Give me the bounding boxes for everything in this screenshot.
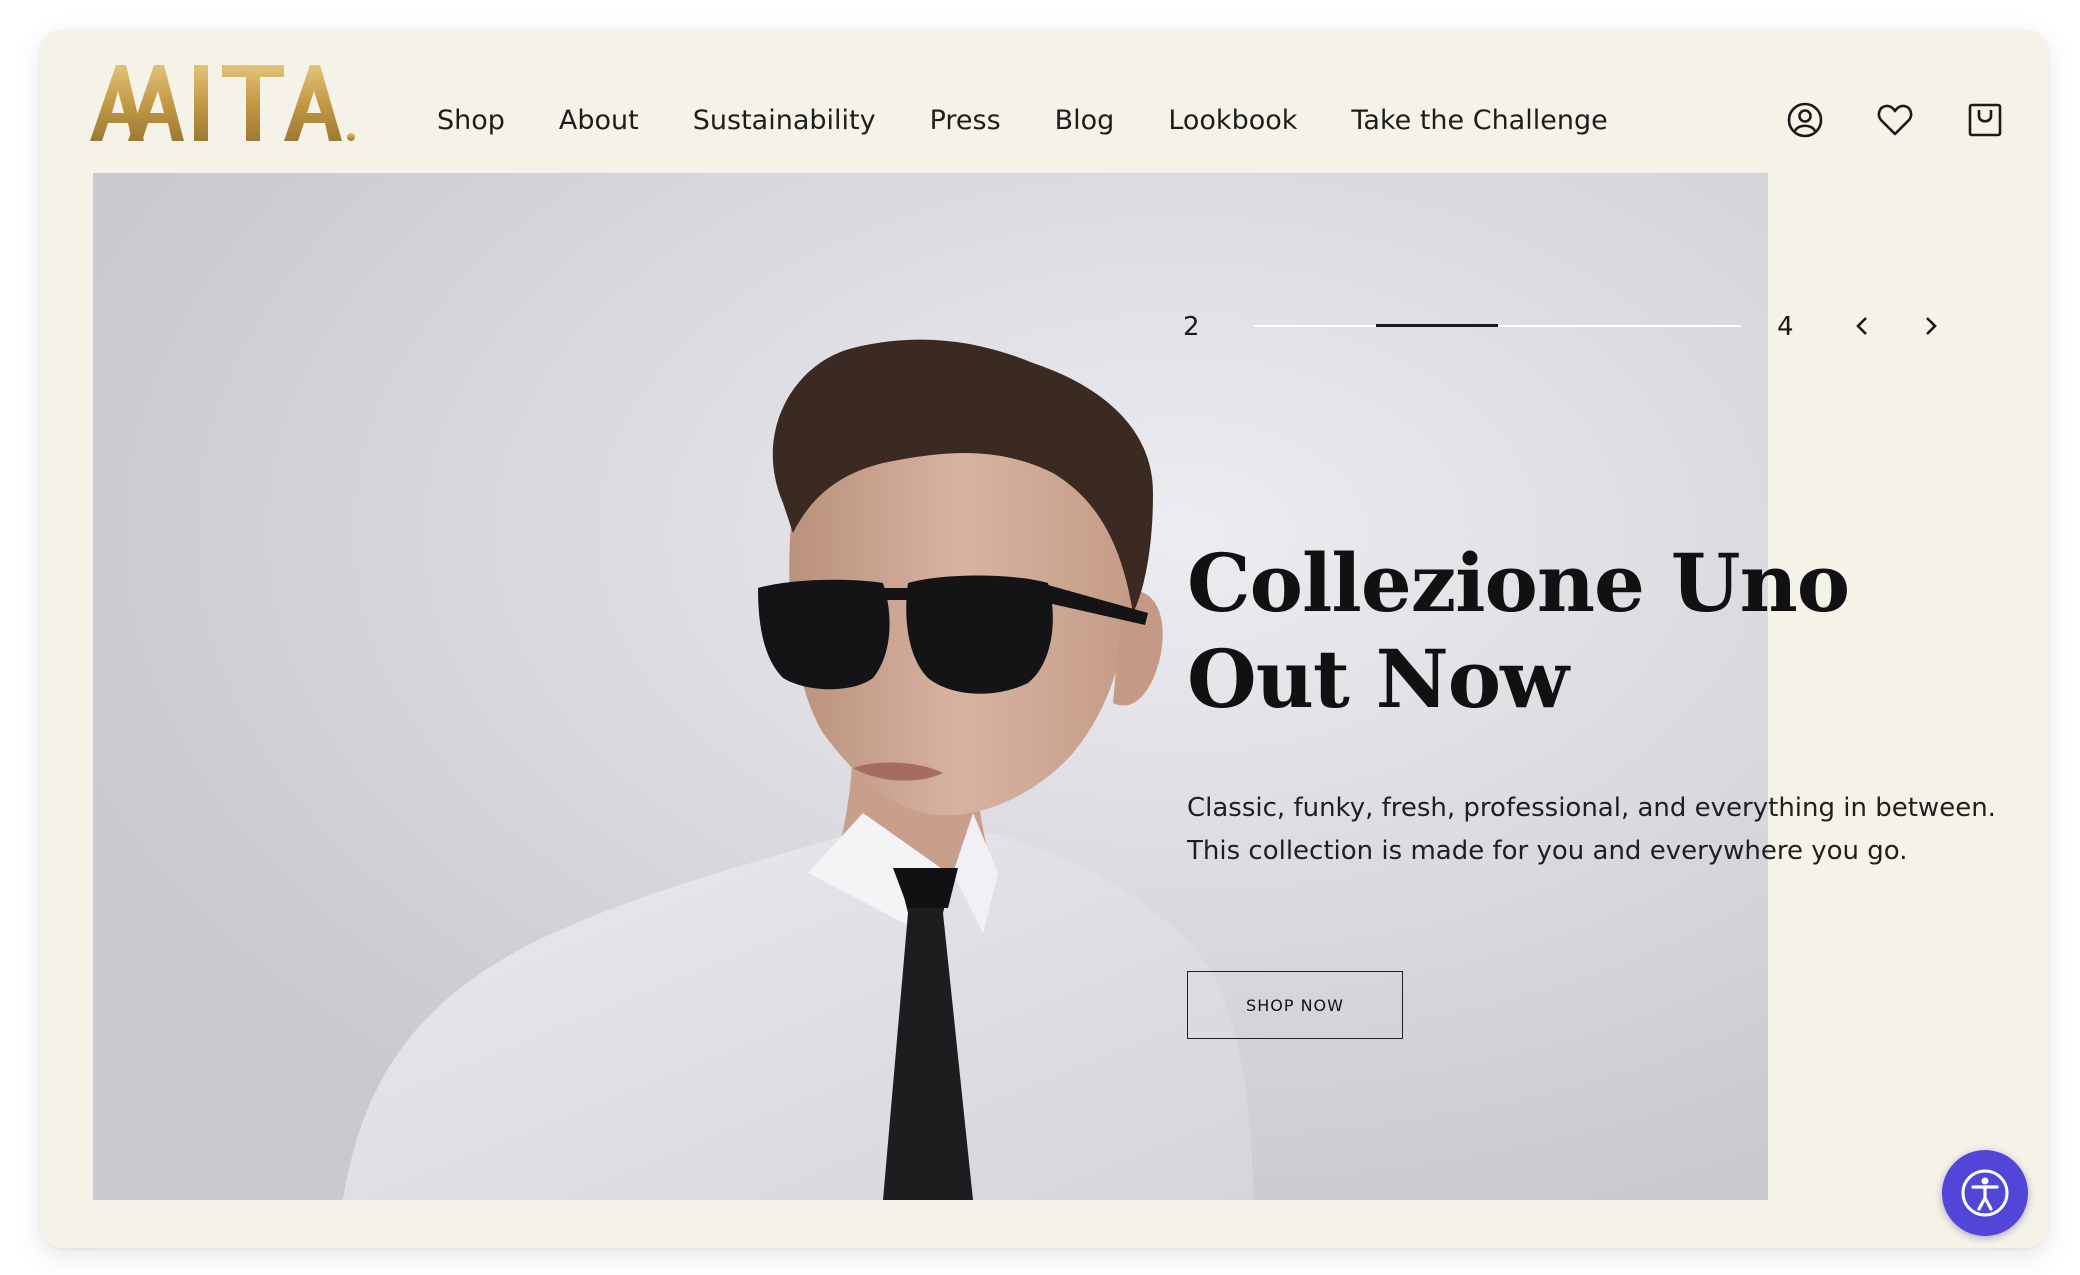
account-icon[interactable] (1786, 101, 1824, 139)
page-frame: Shop About Sustainability Press Blog Loo… (40, 30, 2048, 1248)
logo-mark (90, 65, 355, 141)
accessibility-button[interactable] (1942, 1150, 2028, 1236)
heart-icon[interactable] (1876, 101, 1914, 139)
slide-progress-indicator (1375, 324, 1498, 327)
slide-progress-track (1254, 324, 1741, 327)
next-slide-button[interactable] (1910, 306, 1950, 346)
nav-press[interactable]: Press (930, 105, 1001, 136)
main-nav: Shop About Sustainability Press Blog Loo… (437, 90, 1662, 150)
nav-blog[interactable]: Blog (1055, 105, 1115, 136)
slide-total: 4 (1777, 312, 1794, 342)
accessibility-icon (1961, 1169, 2009, 1217)
nav-lookbook[interactable]: Lookbook (1168, 105, 1297, 136)
header-icons (1786, 90, 2004, 150)
nav-about[interactable]: About (559, 105, 639, 136)
prev-slide-button[interactable] (1843, 306, 1883, 346)
brand-logo[interactable] (88, 50, 360, 154)
shop-now-button[interactable]: SHOP NOW (1187, 971, 1403, 1039)
nav-shop[interactable]: Shop (437, 105, 505, 136)
cart-icon[interactable] (1966, 101, 2004, 139)
chevron-left-icon (1856, 317, 1867, 335)
hero-description: Classic, funky, fresh, professional, and… (1187, 793, 1996, 866)
nav-take-the-challenge[interactable]: Take the Challenge (1351, 105, 1607, 136)
slide-current: 2 (1183, 312, 1200, 342)
nav-sustainability[interactable]: Sustainability (693, 105, 876, 136)
hero-headline: Collezione Uno Out Now (1187, 536, 1850, 726)
chevron-right-icon (1926, 317, 1937, 335)
